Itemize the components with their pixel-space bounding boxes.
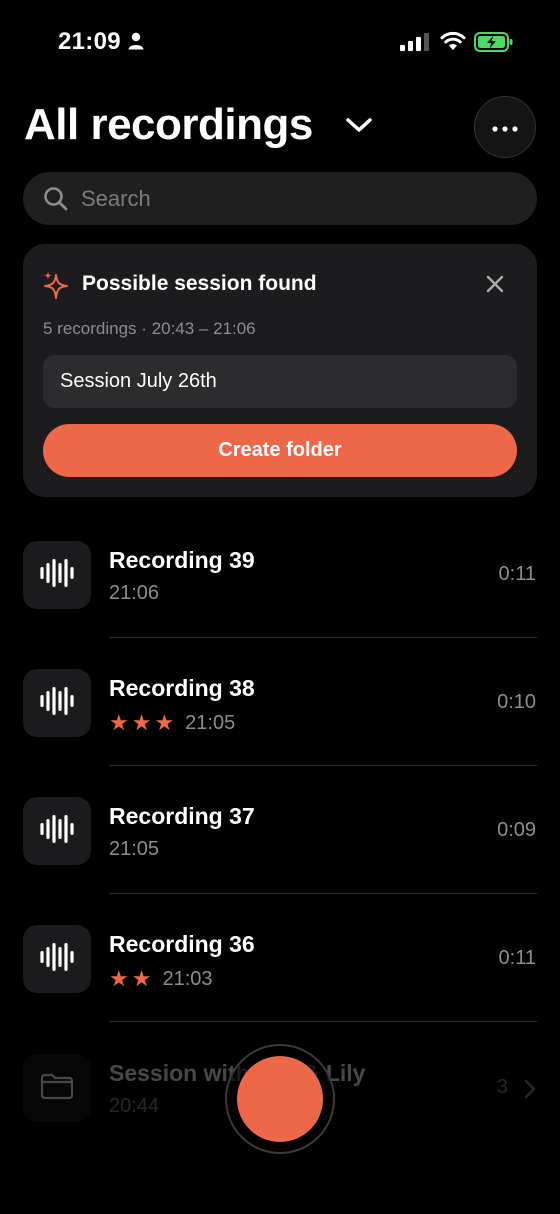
search-icon	[43, 186, 69, 217]
more-options-button[interactable]	[474, 96, 536, 158]
ellipsis-icon	[492, 120, 518, 135]
record-button[interactable]	[237, 1056, 323, 1142]
recording-thumbnail	[23, 669, 91, 737]
row-divider	[109, 1021, 537, 1022]
recording-time: 21:05	[185, 711, 236, 734]
recording-row[interactable]: Recording 38 ★★★ 21:05 0:10	[0, 669, 560, 797]
waveform-icon	[40, 558, 74, 593]
recording-row[interactable]: Recording 36 ★★ 21:03 0:11	[0, 925, 560, 1053]
folder-count: 3	[496, 1076, 508, 1098]
recording-subtitle: ★★ 21:03	[109, 966, 213, 992]
recording-title: Recording 39	[109, 547, 255, 573]
folder-thumbnail	[23, 1054, 91, 1122]
session-card-meta: 5 recordings · 20:43 – 21:06	[43, 319, 256, 338]
status-bar: 21:09	[0, 28, 560, 58]
close-icon[interactable]	[485, 274, 505, 299]
session-name-field[interactable]	[43, 355, 517, 408]
person-icon	[128, 32, 144, 55]
waveform-icon	[40, 942, 74, 977]
signal-icon	[400, 33, 430, 56]
waveform-icon	[40, 686, 74, 721]
wifi-icon	[440, 31, 466, 56]
recording-time: 21:03	[162, 967, 213, 990]
row-divider	[109, 765, 537, 766]
recording-duration: 0:11	[498, 563, 536, 585]
folder-time: 20:44	[109, 1095, 160, 1117]
recording-time: 21:06	[109, 582, 160, 604]
chevron-right-icon	[524, 1079, 536, 1104]
recording-duration: 0:09	[497, 819, 536, 841]
battery-charging-icon	[474, 31, 514, 58]
recording-subtitle: ★★★ 21:05	[109, 710, 235, 736]
recording-time: 21:05	[109, 838, 160, 860]
recording-title: Recording 36	[109, 931, 255, 957]
star-rating: ★★★	[109, 710, 178, 735]
recording-duration: 0:10	[497, 691, 536, 713]
recording-title: Recording 37	[109, 803, 255, 829]
session-card-title: Possible session found	[82, 272, 317, 295]
recording-duration: 0:11	[498, 947, 536, 969]
row-divider	[109, 893, 537, 894]
recording-thumbnail	[23, 925, 91, 993]
session-suggestion-card: Possible session found 5 recordings · 20…	[23, 244, 537, 497]
create-folder-button[interactable]: Create folder	[43, 424, 517, 477]
recording-thumbnail	[23, 541, 91, 609]
recording-subtitle: 21:06	[109, 582, 159, 605]
search-bar[interactable]	[23, 172, 537, 225]
search-input[interactable]	[81, 182, 501, 216]
recording-subtitle: 21:05	[109, 838, 159, 861]
status-time: 21:09	[58, 28, 121, 55]
recording-row[interactable]: Recording 37 21:05 0:09	[0, 797, 560, 925]
folder-icon	[40, 1072, 74, 1105]
star-rating: ★★	[109, 966, 155, 991]
page-title[interactable]: All recordings	[24, 100, 313, 150]
recording-title: Recording 38	[109, 675, 255, 701]
sparkle-icon	[43, 271, 69, 304]
row-divider	[109, 637, 537, 638]
chevron-down-icon[interactable]	[345, 115, 373, 140]
recording-row[interactable]: Recording 39 21:06 0:11	[0, 541, 560, 669]
recording-thumbnail	[23, 797, 91, 865]
waveform-icon	[40, 814, 74, 849]
